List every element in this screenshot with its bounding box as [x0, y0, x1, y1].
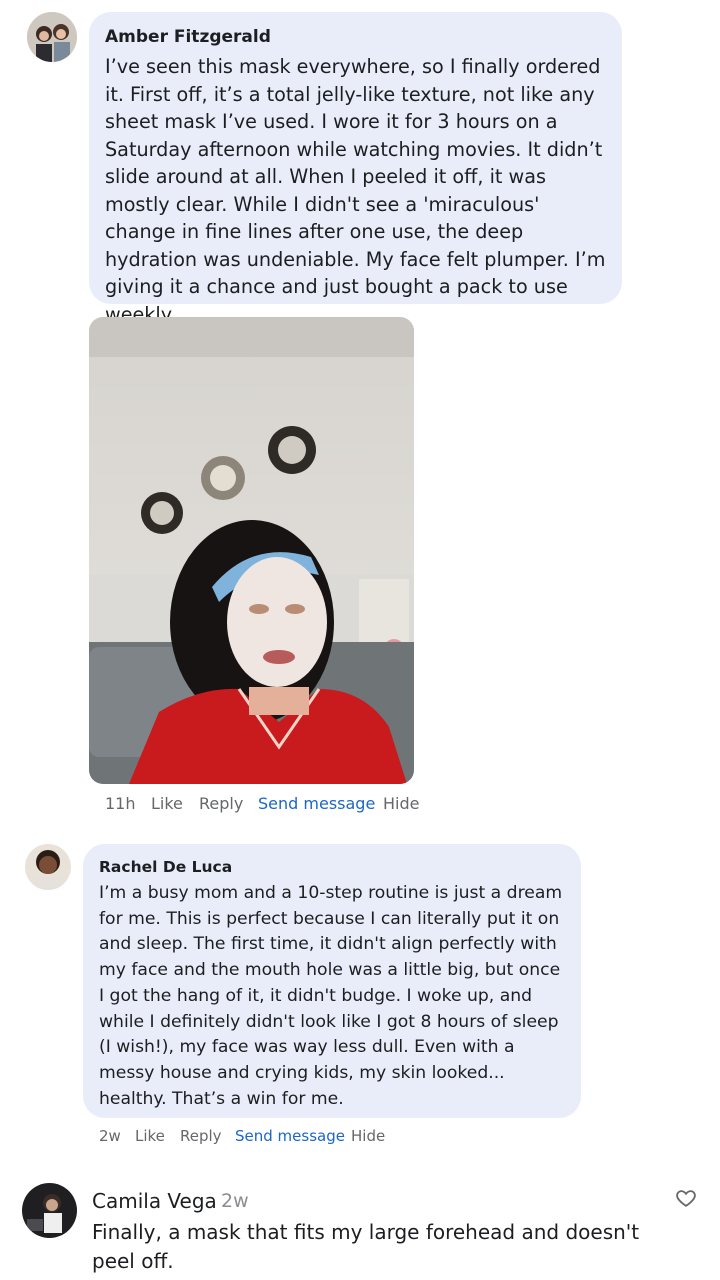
- comment-author[interactable]: Amber Fitzgerald: [105, 27, 271, 47]
- comment-author[interactable]: Camila Vega: [92, 1189, 217, 1213]
- comment-time: 11h: [105, 794, 136, 813]
- comment-bubble: Rachel De Luca I’m a busy mom and a 10-s…: [83, 844, 581, 1118]
- reply-button[interactable]: Reply: [199, 794, 243, 813]
- comment-text: Finally, a mask that fits my large foreh…: [92, 1220, 640, 1273]
- avatar-photo-icon: [22, 1183, 77, 1238]
- comment-author[interactable]: Rachel De Luca: [99, 858, 232, 876]
- avatar-photo-icon: [27, 12, 77, 62]
- reply-button[interactable]: Reply: [180, 1127, 222, 1145]
- like-button[interactable]: Like: [151, 794, 183, 813]
- selfie-face-mask-image: [89, 317, 414, 784]
- comment-time: 2w: [99, 1127, 121, 1145]
- like-button[interactable]: Like: [135, 1127, 165, 1145]
- hide-button[interactable]: Hide: [351, 1127, 385, 1145]
- attached-photo[interactable]: [89, 317, 414, 784]
- avatar[interactable]: [22, 1183, 77, 1238]
- send-message-link[interactable]: Send message: [258, 794, 375, 813]
- comment-time: 2w: [221, 1190, 249, 1212]
- avatar[interactable]: [25, 844, 71, 890]
- comment-text: I’m a busy mom and a 10-step routine is …: [99, 883, 563, 1109]
- avatar-photo-icon: [25, 844, 71, 890]
- hide-button[interactable]: Hide: [383, 794, 419, 813]
- avatar[interactable]: [27, 12, 77, 62]
- comment-bubble: Amber Fitzgerald I’ve seen this mask eve…: [89, 12, 622, 326]
- comment-text: I’ve seen this mask everywhere, so I fin…: [105, 55, 606, 326]
- heart-outline-icon[interactable]: [675, 1187, 697, 1209]
- send-message-link[interactable]: Send message: [235, 1127, 345, 1145]
